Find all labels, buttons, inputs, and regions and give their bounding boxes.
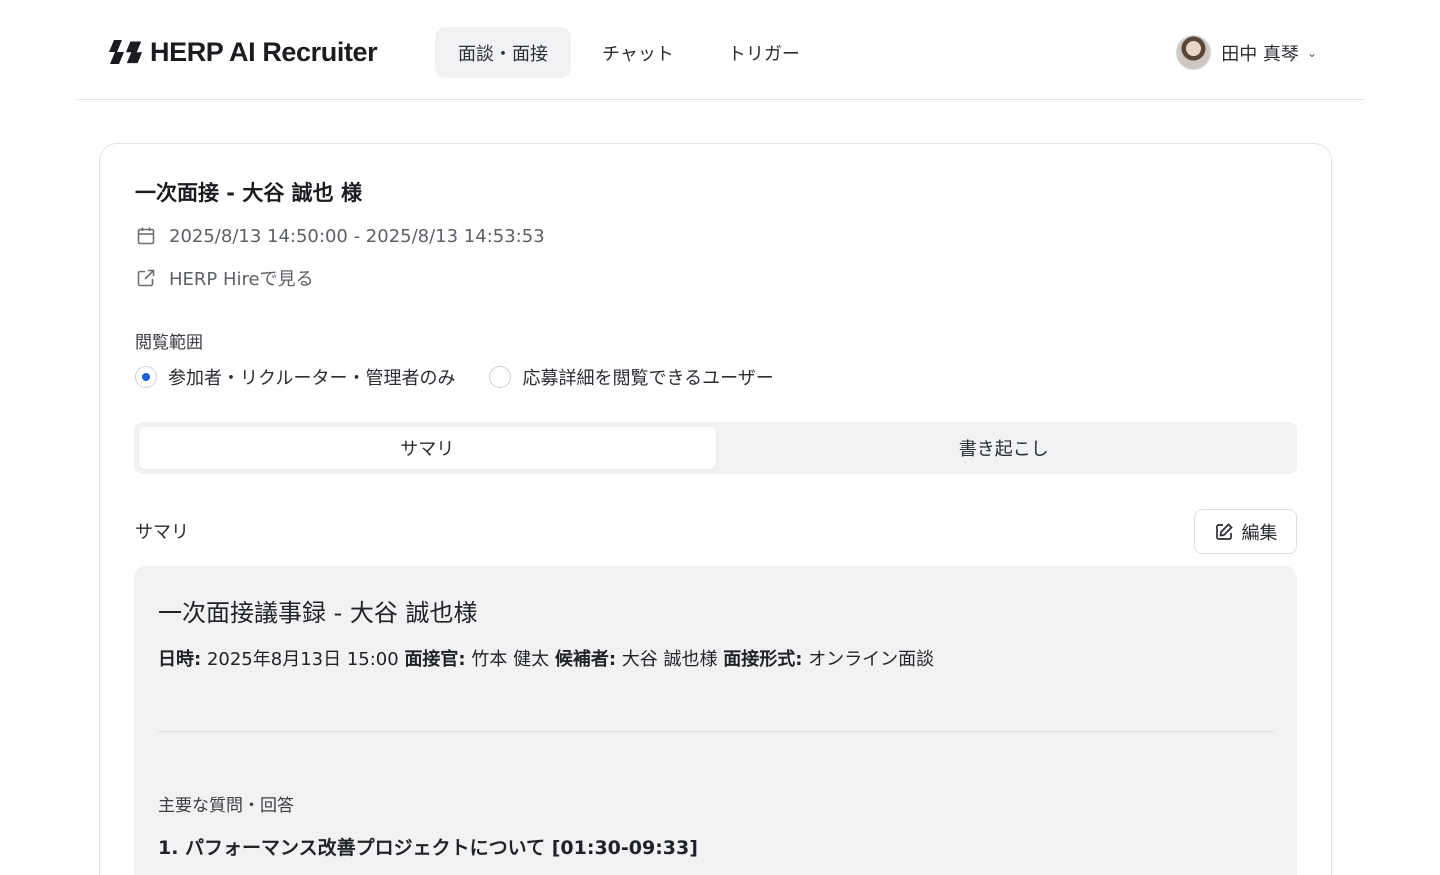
chevron-down-icon: ⌄ (1306, 45, 1317, 60)
visibility-option-participants[interactable]: 参加者・リクルーター・管理者のみ (135, 364, 455, 390)
external-link-icon (135, 267, 157, 289)
summary-section-label: サマリ (135, 522, 189, 543)
tab-transcript[interactable]: 書き起こし (716, 427, 1293, 469)
meta-interviewer-key: 面接官: (404, 649, 466, 670)
tab-summary[interactable]: サマリ (139, 427, 716, 469)
questions-heading: 主要な質問・回答 (158, 796, 294, 816)
nav-item-interviews[interactable]: 面談・面接 (435, 27, 571, 78)
user-menu[interactable]: 田中 真琴 ⌄ (1176, 35, 1317, 70)
visibility-option-label: 参加者・リクルーター・管理者のみ (168, 368, 456, 389)
visibility-label: 閲覧範囲 (135, 333, 203, 353)
meta-format-key: 面接形式: (723, 649, 803, 670)
edit-icon (1215, 522, 1233, 540)
calendar-icon (135, 225, 157, 247)
avatar (1176, 35, 1212, 70)
meta-date-key: 日時: (158, 649, 202, 670)
interview-datetime-row: 2025/8/13 14:50:00 - 2025/8/13 14:53:53 (135, 225, 545, 247)
interview-datetime: 2025/8/13 14:50:00 - 2025/8/13 14:53:53 (169, 225, 545, 247)
herp-hire-link[interactable]: HERP Hireで見る (135, 265, 314, 291)
meta-interviewer-value: 竹本 健太 (471, 649, 550, 670)
app-logo-text: HERP AI Recruiter (150, 37, 378, 67)
main-nav: 面談・面接 チャット トリガー (435, 27, 823, 78)
nav-item-chat[interactable]: チャット (579, 27, 697, 78)
nav-item-triggers[interactable]: トリガー (705, 27, 823, 78)
visibility-radio-group: 参加者・リクルーター・管理者のみ 応募詳細を閲覧できるユーザー (135, 364, 774, 390)
top-header: HERP AI Recruiter 面談・面接 チャット トリガー 田中 真琴 … (77, 0, 1364, 100)
radio-unselected[interactable] (489, 366, 512, 388)
summary-meta-line: 日時: 2025年8月13日 15:00 面接官: 竹本 健太 候補者: 大谷 … (158, 645, 934, 671)
app-logo[interactable]: HERP AI Recruiter (108, 37, 378, 67)
herp-logo-icon (109, 40, 143, 64)
summary-doc-title: 一次面接議事録 - 大谷 誠也様 (158, 599, 478, 627)
user-name: 田中 真琴 (1221, 43, 1299, 65)
summary-divider (158, 731, 1274, 732)
interview-card: 一次面接 - 大谷 誠也 様 2025/8/13 14:50:00 - 2025… (99, 143, 1332, 875)
visibility-option-all-viewers[interactable]: 応募詳細を閲覧できるユーザー (489, 364, 774, 390)
summary-panel: 一次面接議事録 - 大谷 誠也様 日時: 2025年8月13日 15:00 面接… (134, 566, 1297, 875)
question-heading: 1. パフォーマンス改善プロジェクトについて [01:30-09:33] (158, 837, 698, 859)
meta-candidate-value: 大谷 誠也様 (621, 649, 718, 670)
herp-hire-link-label: HERP Hireで見る (169, 269, 314, 290)
content-tabs: サマリ 書き起こし (134, 422, 1297, 474)
page-title: 一次面接 - 大谷 誠也 様 (135, 181, 362, 205)
edit-button-label: 編集 (1241, 522, 1278, 544)
meta-format-value: オンライン面談 (808, 649, 935, 670)
meta-date-value: 2025年8月13日 15:00 (206, 649, 399, 670)
edit-button[interactable]: 編集 (1194, 509, 1297, 554)
meta-candidate-key: 候補者: (554, 649, 617, 670)
visibility-option-label: 応募詳細を閲覧できるユーザー (522, 368, 774, 389)
radio-selected[interactable] (135, 366, 157, 388)
